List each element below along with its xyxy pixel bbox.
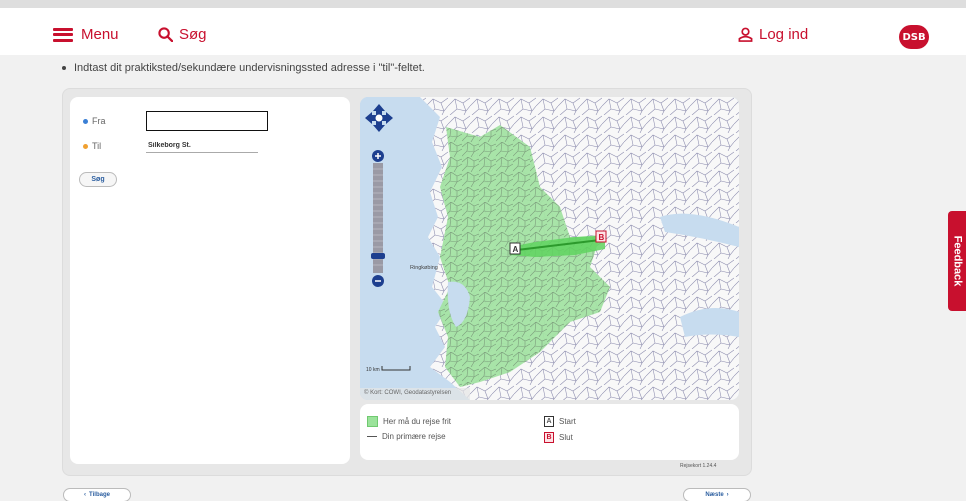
scale-bar-icon — [381, 366, 411, 371]
legend-end-label: Slut — [559, 433, 573, 442]
legend-start-label: Start — [559, 417, 576, 426]
place-label-ringkobing: Ringkøbing — [410, 265, 438, 271]
til-row: Til — [83, 139, 258, 153]
login-label: Log ind — [759, 26, 809, 43]
legend-primary-route: Din primære rejse — [367, 432, 446, 441]
bullet-icon — [62, 66, 66, 70]
end-legend-icon: B — [544, 432, 554, 443]
zoom-handle[interactable] — [371, 253, 385, 259]
route-line-icon — [367, 436, 377, 437]
route-map[interactable]: A B Ringkøbing 10 km © Kort: COWI, Geoda… — [360, 97, 739, 400]
til-dot-icon — [83, 143, 88, 149]
search-label: Søg — [179, 26, 207, 43]
legend-end: B Slut — [544, 432, 573, 443]
zoom-slider[interactable] — [371, 149, 385, 289]
route-form: Fra Til Søg — [70, 97, 350, 464]
next-label: Næste — [705, 492, 724, 498]
back-button[interactable]: ‹ Tilbage — [63, 488, 131, 501]
feedback-label: Feedback — [951, 235, 963, 287]
hamburger-icon — [53, 27, 73, 42]
search-icon — [158, 27, 173, 42]
til-label: Til — [92, 141, 102, 151]
user-icon — [738, 27, 753, 42]
instruction-label: Indtast dit praktiksted/sekundære underv… — [74, 62, 425, 74]
dsb-logo[interactable]: DSB — [899, 25, 929, 49]
fra-dot-icon — [83, 118, 88, 124]
version-text: Rejsekort 1.24.4 — [680, 463, 717, 469]
legend-free-travel-label: Her må du rejse frit — [383, 417, 452, 426]
scale-text: 10 km — [366, 367, 380, 373]
end-marker-letter: B — [599, 233, 605, 242]
legend-free-travel: Her må du rejse frit — [367, 416, 451, 427]
search-button[interactable]: Søg — [158, 26, 207, 43]
til-input[interactable] — [146, 139, 258, 153]
menu-button[interactable]: Menu — [53, 26, 119, 43]
pan-control-icon[interactable] — [364, 103, 394, 133]
instruction-text: Indtast dit praktiksted/sekundære underv… — [62, 62, 425, 74]
fra-input[interactable] — [146, 111, 268, 131]
next-button[interactable]: Næste › — [683, 488, 751, 501]
map-credit: © Kort: COWI, Geodatastyrelsen — [360, 388, 470, 400]
search-route-button[interactable]: Søg — [79, 172, 117, 187]
map-canvas[interactable]: A B Ringkøbing — [360, 97, 739, 400]
fra-label: Fra — [92, 116, 106, 126]
map-legend: Her må du rejse frit Din primære rejse A… — [360, 404, 739, 460]
chevron-left-icon: ‹ — [84, 492, 87, 498]
map-scale: 10 km — [366, 365, 411, 373]
fra-row: Fra — [83, 111, 268, 131]
start-legend-icon: A — [544, 416, 554, 427]
login-button[interactable]: Log ind — [738, 26, 808, 43]
top-navigation-bar: Menu Søg Log ind DSB — [0, 0, 966, 55]
start-marker-letter: A — [513, 245, 519, 254]
chevron-right-icon: › — [726, 492, 729, 498]
green-area-icon — [367, 416, 378, 427]
legend-primary-route-label: Din primære rejse — [382, 432, 446, 441]
legend-start: A Start — [544, 416, 576, 427]
feedback-tab[interactable]: Feedback — [948, 211, 966, 311]
menu-label: Menu — [81, 26, 119, 43]
back-label: Tilbage — [89, 492, 110, 498]
